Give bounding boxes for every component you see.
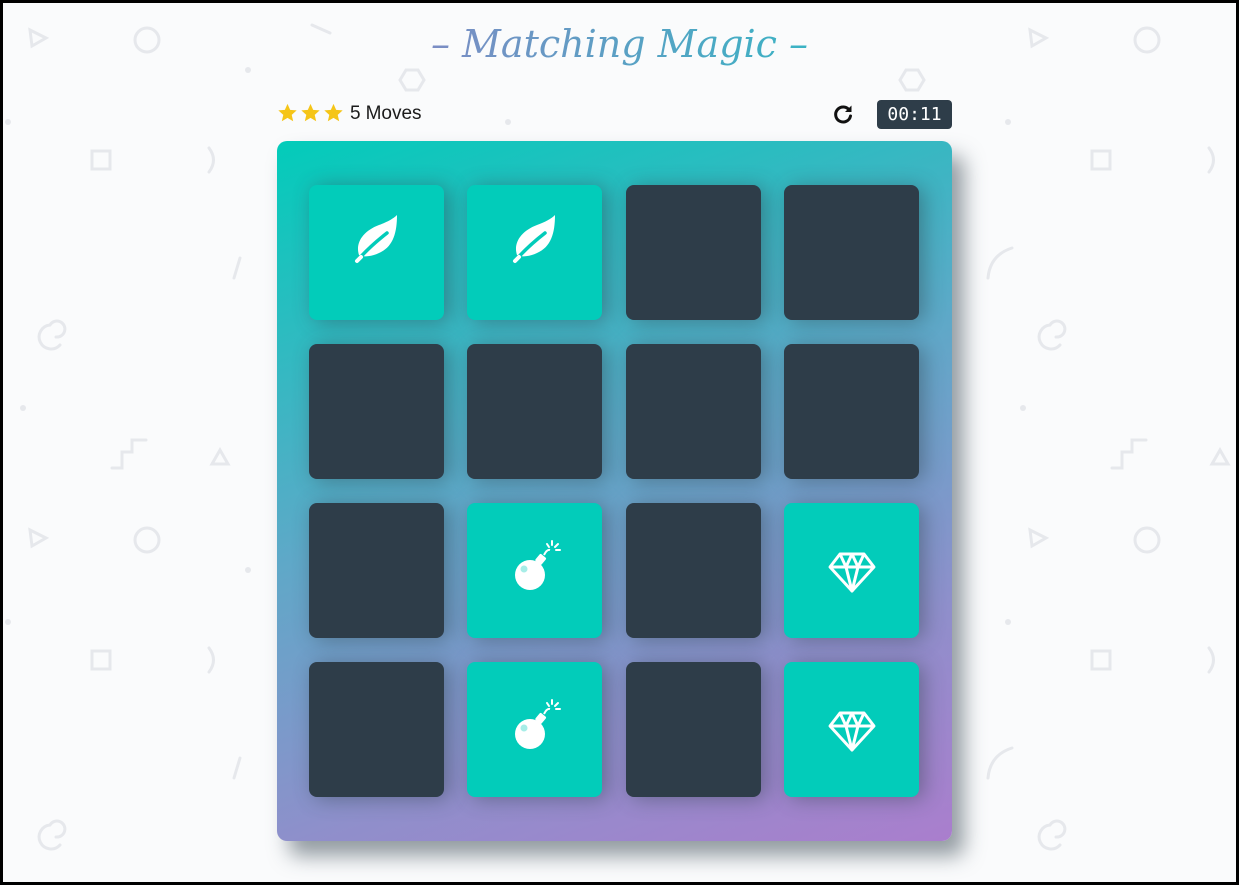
card-deck bbox=[277, 141, 952, 841]
card-open[interactable] bbox=[467, 503, 602, 638]
card-closed[interactable] bbox=[626, 503, 761, 638]
restart-button[interactable] bbox=[831, 102, 855, 126]
card-open[interactable] bbox=[467, 662, 602, 797]
card-closed[interactable] bbox=[626, 662, 761, 797]
card-open[interactable] bbox=[784, 503, 919, 638]
card-closed[interactable] bbox=[467, 344, 602, 479]
leaf-icon bbox=[513, 215, 555, 263]
card-closed[interactable] bbox=[784, 185, 919, 320]
star-rating bbox=[276, 102, 345, 126]
redo-icon bbox=[834, 105, 852, 124]
bomb-icon bbox=[515, 699, 561, 749]
card-closed[interactable] bbox=[626, 185, 761, 320]
diamond-icon bbox=[828, 552, 876, 593]
card-open[interactable] bbox=[467, 185, 602, 320]
card-closed[interactable] bbox=[309, 344, 444, 479]
card-closed[interactable] bbox=[626, 344, 761, 479]
leaf-icon bbox=[355, 215, 397, 263]
moves-count: 5 bbox=[350, 103, 361, 124]
timer: 00:11 bbox=[877, 100, 952, 129]
score-panel: 5 Moves 00:11 bbox=[276, 99, 952, 129]
star-icon bbox=[278, 103, 297, 122]
card-open[interactable] bbox=[309, 185, 444, 320]
star-icon bbox=[324, 103, 343, 122]
game-title: – Matching Magic – bbox=[0, 22, 1239, 66]
moves-counter: 5 Moves bbox=[350, 102, 422, 126]
card-closed[interactable] bbox=[309, 662, 444, 797]
card-open[interactable] bbox=[784, 662, 919, 797]
bomb-icon bbox=[515, 540, 561, 590]
star-icon bbox=[301, 103, 320, 122]
moves-label: Moves bbox=[365, 103, 422, 124]
diamond-icon bbox=[828, 711, 876, 752]
card-closed[interactable] bbox=[784, 344, 919, 479]
card-closed[interactable] bbox=[309, 503, 444, 638]
